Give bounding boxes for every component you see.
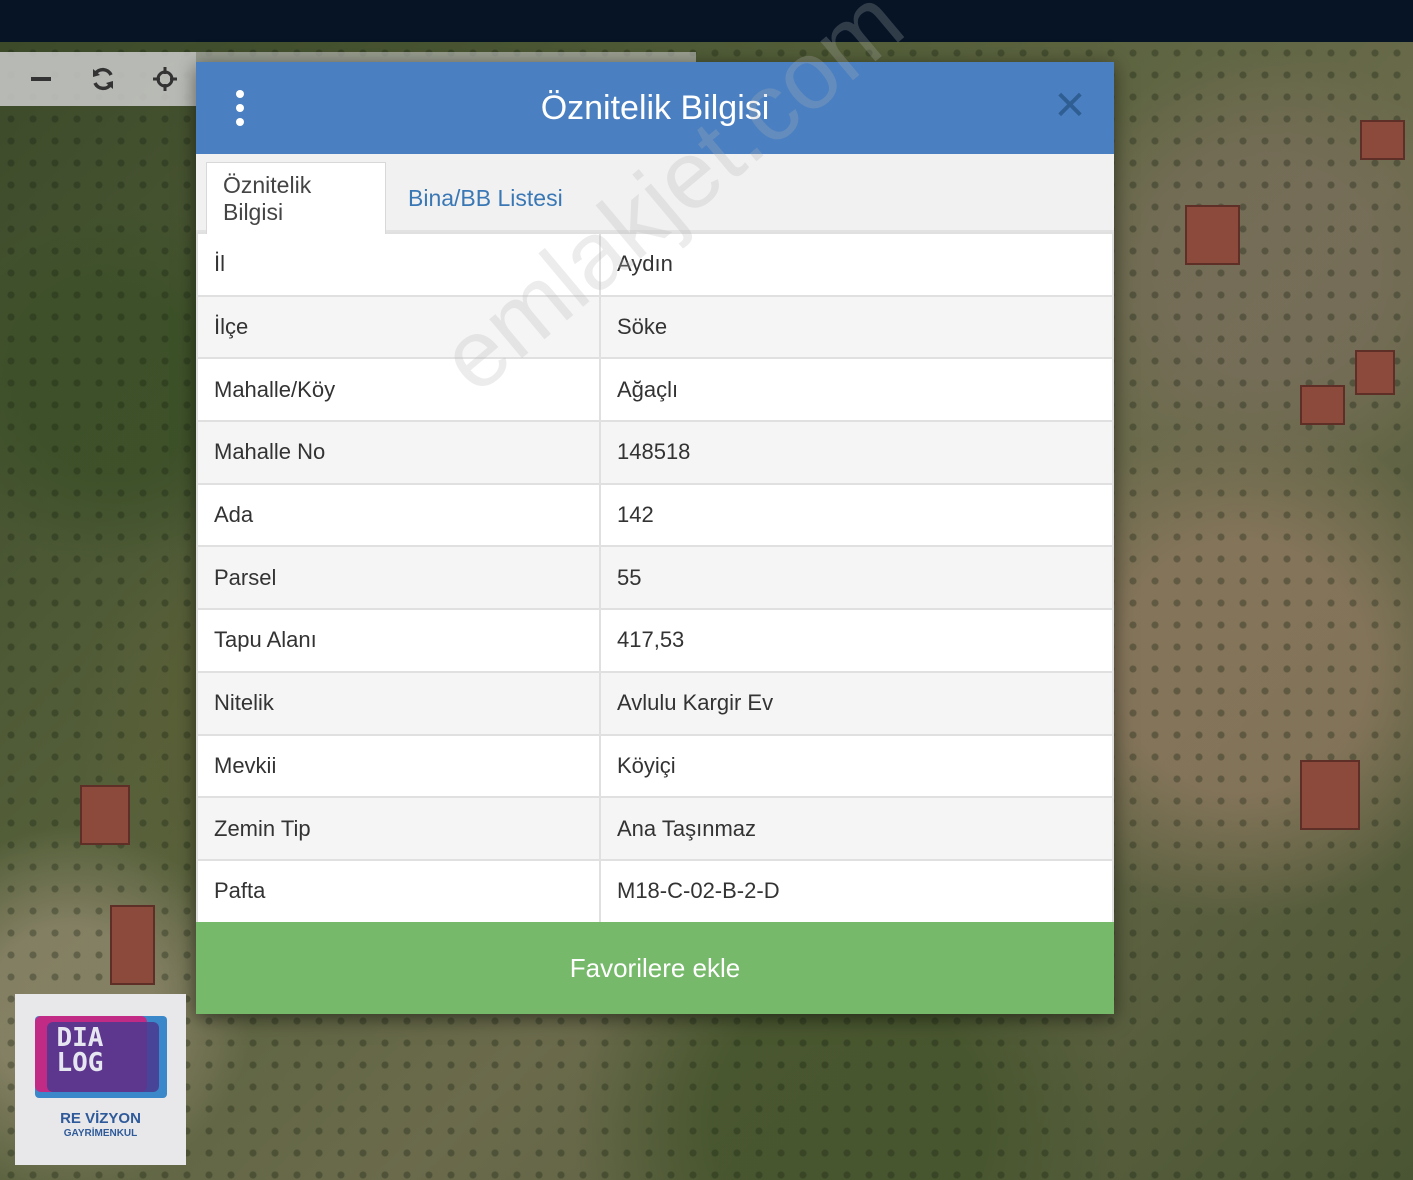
- locate-icon: [153, 67, 177, 91]
- map-building: [1300, 385, 1345, 425]
- attribute-value: Söke: [599, 294, 1114, 360]
- attribute-value: Avlulu Kargir Ev: [599, 670, 1114, 736]
- attribute-value: 55: [599, 545, 1114, 611]
- attribute-key: Mahalle/Köy: [196, 357, 601, 423]
- company-logo: DIA LOG RE VİZYON GAYRİMENKUL: [15, 994, 186, 1165]
- attribute-key: Ada: [196, 482, 601, 548]
- table-row: Mahalle/Köy Ağaçlı: [196, 357, 1114, 423]
- logo-subtitle-2: GAYRİMENKUL: [63, 1128, 138, 1139]
- attribute-key: Pafta: [196, 858, 601, 924]
- attribute-info-dialog: Öznitelik Bilgisi ✕ Öznitelik Bilgisi Bi…: [196, 62, 1114, 1014]
- add-to-favorites-button[interactable]: Favorilere ekle: [196, 922, 1114, 1014]
- attribute-value: Ağaçlı: [599, 357, 1114, 423]
- attribute-value: Aydın: [599, 232, 1114, 297]
- top-bar: [0, 0, 1413, 42]
- table-row: Mevkii Köyiçi: [196, 733, 1114, 799]
- map-building: [110, 905, 155, 985]
- attribute-key: Tapu Alanı: [196, 608, 601, 673]
- logo-mark: DIA LOG: [34, 1016, 167, 1098]
- close-icon[interactable]: ✕: [1052, 86, 1088, 126]
- more-menu-icon[interactable]: [232, 90, 248, 126]
- map-toolbar-extension: [196, 52, 696, 62]
- attribute-key: Nitelik: [196, 670, 601, 736]
- table-row: Parsel 55: [196, 545, 1114, 611]
- table-row: Tapu Alanı 417,53: [196, 608, 1114, 673]
- map-building: [80, 785, 130, 845]
- locate-button[interactable]: [150, 64, 180, 94]
- table-row: Mahalle No 148518: [196, 420, 1114, 485]
- map-building: [1185, 205, 1240, 265]
- attribute-key: Mahalle No: [196, 420, 601, 485]
- attribute-key: İl: [196, 232, 601, 297]
- dialog-header: Öznitelik Bilgisi ✕: [196, 62, 1114, 154]
- attribute-value: 417,53: [599, 608, 1114, 673]
- refresh-button[interactable]: [88, 64, 118, 94]
- map-toolbar: [0, 52, 196, 106]
- attribute-table: İl Aydın İlçe Söke Mahalle/Köy Ağaçlı Mahal…: [196, 232, 1114, 924]
- attribute-value: M18-C-02-B-2-D: [599, 858, 1114, 924]
- dialog-title: Öznitelik Bilgisi: [540, 88, 770, 127]
- table-row: Ada 142: [196, 482, 1114, 548]
- table-row: Pafta M18-C-02-B-2-D: [196, 858, 1114, 924]
- attribute-value: Ana Taşınmaz: [599, 796, 1114, 861]
- table-row: Nitelik Avlulu Kargir Ev: [196, 670, 1114, 736]
- map-building: [1360, 120, 1405, 160]
- table-row: İl Aydın: [196, 232, 1114, 297]
- logo-subtitle: RE VİZYON: [60, 1110, 141, 1127]
- table-row: İlçe Söke: [196, 294, 1114, 360]
- refresh-icon: [93, 67, 113, 91]
- attribute-value: Köyiçi: [599, 733, 1114, 799]
- tab-building-list[interactable]: Bina/BB Listesi: [392, 162, 579, 234]
- tab-attribute-info[interactable]: Öznitelik Bilgisi: [206, 162, 386, 234]
- attribute-value: 148518: [599, 420, 1114, 485]
- attribute-key: Mevkii: [196, 733, 601, 799]
- attribute-key: Zemin Tip: [196, 796, 601, 861]
- attribute-value: 142: [599, 482, 1114, 548]
- zoom-out-icon: [31, 77, 51, 81]
- map-building: [1355, 350, 1395, 395]
- zoom-out-button[interactable]: [26, 64, 56, 94]
- table-row: Zemin Tip Ana Taşınmaz: [196, 796, 1114, 861]
- attribute-key: İlçe: [196, 294, 601, 360]
- dialog-tabs: Öznitelik Bilgisi Bina/BB Listesi: [196, 154, 1114, 234]
- attribute-key: Parsel: [196, 545, 601, 611]
- map-building: [1300, 760, 1360, 830]
- logo-text: DIA LOG: [56, 1023, 104, 1078]
